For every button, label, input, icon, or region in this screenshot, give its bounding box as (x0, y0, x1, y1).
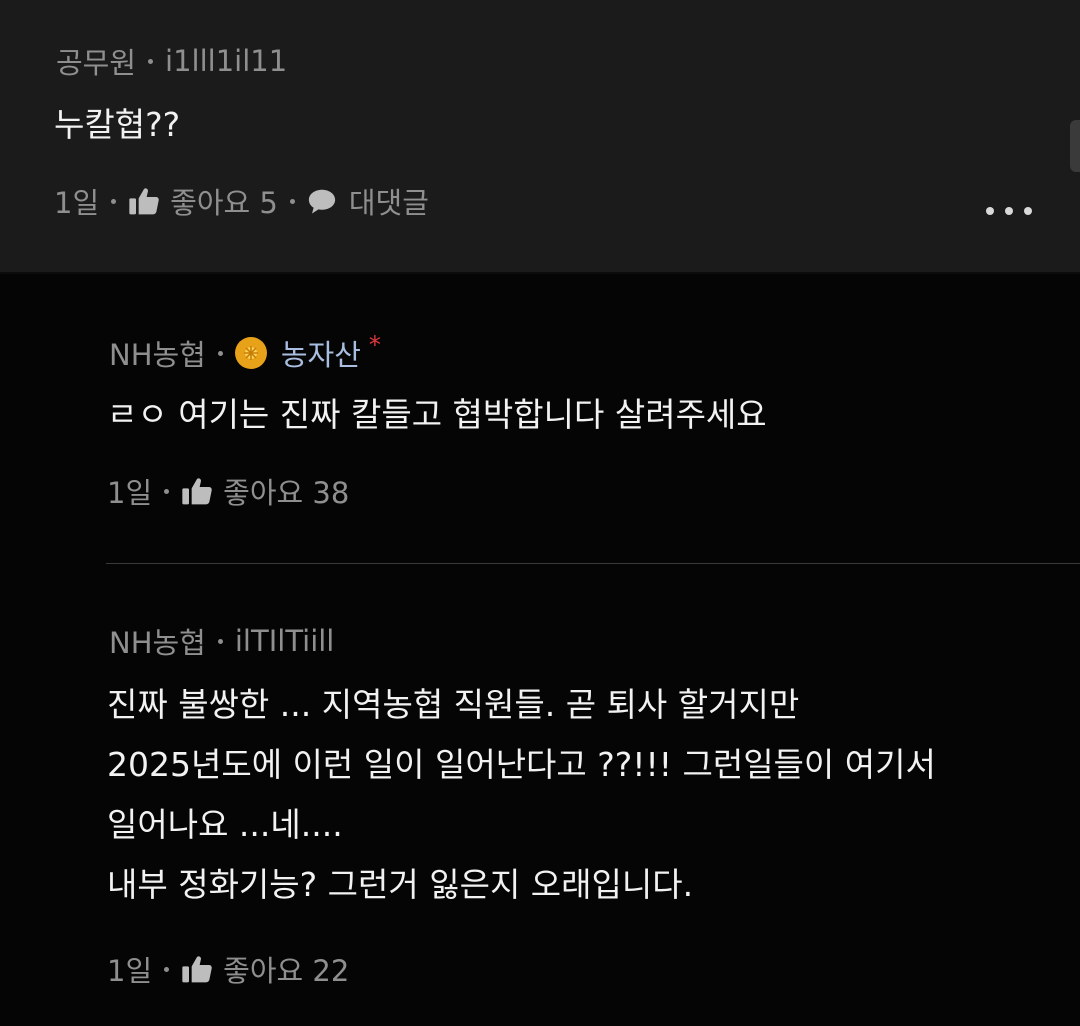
separator-dot (148, 58, 154, 64)
more-dot (1024, 207, 1032, 215)
author-affiliation[interactable]: NH농협 (109, 620, 206, 662)
section-divider (0, 272, 1080, 274)
reply-author-line: NH농협 ilTIlTiill (109, 620, 334, 662)
marker-asterisk: * (368, 331, 381, 359)
comment-text: 누칼협?? (54, 95, 180, 155)
reply-actions: 1일 좋아요 22 (107, 948, 349, 990)
thumbs-up-icon[interactable] (128, 186, 160, 216)
comment-time: 1일 (54, 186, 100, 220)
like-button[interactable]: 좋아요 22 (223, 948, 349, 990)
speech-bubble-icon[interactable] (307, 187, 337, 215)
scrollbar-thumb[interactable] (1070, 120, 1080, 172)
separator-dot (217, 350, 223, 356)
like-button[interactable]: 좋아요 5 (170, 180, 278, 222)
reply-button[interactable]: 대댓글 (349, 180, 429, 222)
reply-divider (106, 563, 1080, 564)
thumbs-up-icon[interactable] (181, 954, 213, 984)
like-button[interactable]: 좋아요 38 (223, 470, 349, 512)
reply-text-line: ㄹㅇ 여기는 진짜 칼들고 협박합니다 살려주세요 (107, 395, 767, 434)
reply-actions: 1일 좋아요 38 (107, 470, 349, 512)
more-dot (986, 207, 994, 215)
comment-text-line: 누칼협?? (54, 105, 181, 144)
reply-text-line: 일어나요 ...네.... (107, 805, 343, 844)
author-nickname[interactable]: ilTIlTiill (235, 624, 335, 658)
reply-text-line: 진짜 불쌍한 ... 지역농협 직원들. 곧 퇴사 할거지만 (107, 685, 800, 724)
reply-time: 1일 (107, 954, 153, 988)
separator-dot (164, 966, 170, 972)
reply-text-line: 내부 정화기능? 그런거 잃은지 오래입니다. (107, 865, 694, 904)
comment-author-line: 공무원 i1lll1il11 (56, 40, 287, 82)
author-nickname[interactable]: i1lll1il11 (165, 44, 287, 78)
reply-text: ㄹㅇ 여기는 진짜 칼들고 협박합니다 살려주세요 (107, 385, 767, 445)
more-dot (1005, 207, 1013, 215)
author-affiliation[interactable]: NH농협 (109, 332, 206, 374)
separator-dot (289, 198, 295, 204)
separator-dot (164, 488, 170, 494)
reply-text-line: 2025년도에 이런 일이 일어난다고 ??!!! 그런일들이 여기서 (107, 745, 936, 784)
reply-time: 1일 (107, 476, 153, 510)
thumbs-up-icon[interactable] (181, 476, 213, 506)
separator-dot (217, 638, 223, 644)
gold-badge-icon (234, 337, 267, 369)
comment-actions: 1일 좋아요 5 대댓글 (54, 180, 429, 222)
reply-text: 진짜 불쌍한 ... 지역농협 직원들. 곧 퇴사 할거지만 2025년도에 이… (107, 675, 936, 915)
reply-author-line: NH농협 농자산 * (109, 331, 381, 374)
separator-dot (111, 198, 117, 204)
more-options-button[interactable] (986, 198, 1032, 224)
author-nickname[interactable]: 농자산 (281, 332, 361, 374)
author-affiliation[interactable]: 공무원 (56, 40, 136, 82)
